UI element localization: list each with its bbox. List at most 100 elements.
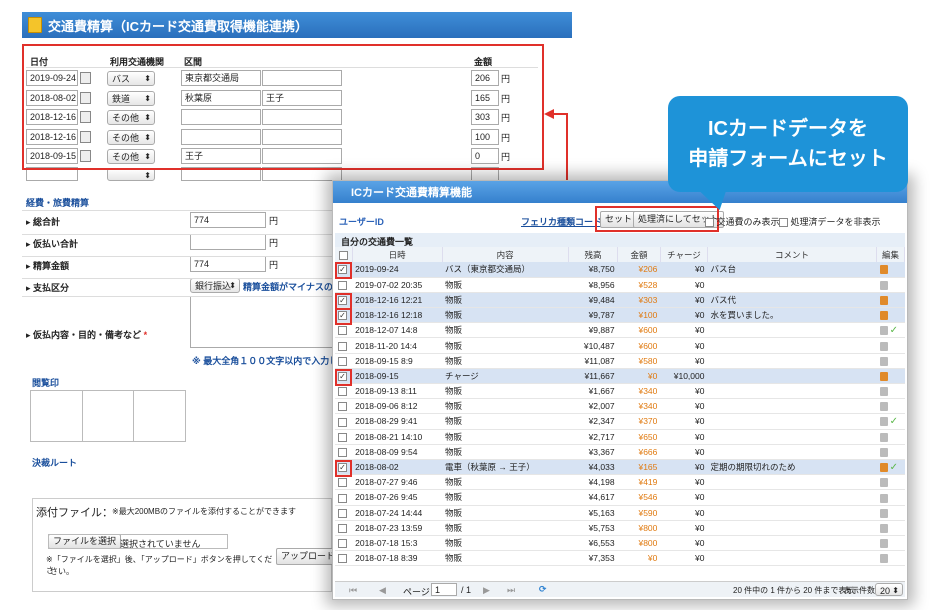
edit-icon[interactable] xyxy=(879,280,888,290)
edit-icon[interactable] xyxy=(879,326,888,336)
payment-select[interactable]: 銀行振込 xyxy=(190,278,240,293)
edit-icon[interactable] xyxy=(879,372,888,382)
edit-icon[interactable] xyxy=(879,493,888,503)
file-select-button[interactable]: ファイルを選択 xyxy=(48,534,122,549)
felica-link[interactable]: フェリカ種類コード xyxy=(521,215,602,228)
purpose-textarea[interactable] xyxy=(190,296,340,348)
section-title: 経費・旅費精算 xyxy=(26,198,90,208)
row-balance: ¥6,553 xyxy=(568,535,618,552)
edit-icon[interactable] xyxy=(879,447,888,457)
table-row[interactable]: 2018-09-06 8:12 物販 ¥2,007 ¥340 ¥0 xyxy=(335,398,905,415)
settle-input[interactable]: 774 xyxy=(190,256,266,272)
row-balance: ¥9,484 xyxy=(568,292,618,309)
table-row[interactable]: 2018-08-09 9:54 物販 ¥3,367 ¥666 ¥0 xyxy=(335,444,905,460)
table-row[interactable]: 2018-07-24 14:44 物販 ¥5,163 ¥590 ¥0 xyxy=(335,505,905,521)
table-row[interactable]: 2018-07-23 13:59 物販 ¥5,753 ¥800 ¥0 xyxy=(335,520,905,536)
table-row[interactable]: ✓ 2018-09-15 チャージ ¥11,667 ¥0 ¥10,000 xyxy=(335,368,905,385)
upload-button[interactable]: アップロード xyxy=(276,548,341,565)
row-content: 物販 xyxy=(442,398,569,415)
prev-page-icon[interactable]: ◀ xyxy=(379,585,386,596)
total-input[interactable]: 774 xyxy=(190,212,266,228)
row-checkbox[interactable] xyxy=(338,539,347,549)
edit-icon[interactable] xyxy=(879,356,888,366)
row-checkbox[interactable] xyxy=(338,387,347,397)
advance-input[interactable] xyxy=(190,234,266,250)
row-checkbox[interactable] xyxy=(338,417,347,427)
row-amount: ¥650 xyxy=(617,429,661,445)
edit-icon[interactable] xyxy=(879,508,888,518)
row-comment xyxy=(707,353,877,369)
next-page-icon[interactable]: ▶ xyxy=(483,585,490,596)
row-content: チャージ xyxy=(442,368,569,385)
row-checkbox[interactable] xyxy=(338,493,347,503)
checkbox-highlight-box xyxy=(335,369,352,387)
select-all-checkbox[interactable] xyxy=(338,250,348,260)
table-row[interactable]: ✓ 2018-12-16 12:21 物販 ¥9,484 ¥303 ¥0 バス代 xyxy=(335,292,905,309)
row-comment: バス代 xyxy=(707,292,877,309)
ic-card-panel: ICカード交通費精算機能 ユーザーID フェリカ種類コード セット 処理済にして… xyxy=(332,180,908,600)
table-row[interactable]: 2018-07-26 9:45 物販 ¥4,617 ¥546 ¥0 xyxy=(335,489,905,506)
table-row[interactable]: ✓ 2018-08-02 電車（秋葉原 → 王子） ¥4,033 ¥165 ¥0… xyxy=(335,459,905,476)
table-row[interactable]: 2018-09-15 8:9 物販 ¥11,087 ¥580 ¥0 xyxy=(335,353,905,369)
edit-icon[interactable] xyxy=(879,417,888,427)
edit-icon[interactable] xyxy=(879,341,888,351)
row-checkbox[interactable] xyxy=(338,280,347,290)
edit-icon[interactable] xyxy=(879,265,888,275)
row-checkbox[interactable] xyxy=(338,326,347,336)
edit-icon[interactable] xyxy=(879,432,888,442)
table-row[interactable]: 2018-07-27 9:46 物販 ¥4,198 ¥419 ¥0 xyxy=(335,474,905,491)
row-balance: ¥2,007 xyxy=(568,398,618,415)
table-row[interactable]: 2018-08-21 14:10 物販 ¥2,717 ¥650 ¥0 xyxy=(335,429,905,445)
hide-processed-option[interactable]: 処理済データを非表示 xyxy=(779,215,881,228)
table-row[interactable]: 2018-12-07 14:8 物販 ¥9,887 ¥600 ¥0 ✓ xyxy=(335,322,905,339)
per-page-select[interactable]: 20 xyxy=(875,583,903,597)
row-content: 物販 xyxy=(442,277,569,293)
row-checkbox[interactable] xyxy=(338,523,347,533)
table-row[interactable]: 2019-07-02 20:35 物販 ¥8,956 ¥528 ¥0 xyxy=(335,277,905,293)
panel-title: ICカード交通費精算機能 xyxy=(351,187,472,199)
row-checkbox[interactable] xyxy=(338,432,347,442)
row-checkbox[interactable] xyxy=(338,447,347,457)
user-id-label: ユーザーID xyxy=(339,217,384,227)
table-row[interactable]: ✓ 2019-09-24 バス（東京都交通局） ¥8,750 ¥206 ¥0 バ… xyxy=(335,262,905,278)
row-comment xyxy=(707,368,877,385)
row-comment xyxy=(707,535,877,552)
fare-only-option[interactable]: 交通費のみ表示 xyxy=(705,215,780,228)
row-charge: ¥10,000 xyxy=(660,368,708,385)
callout-bubble: ICカードデータを 申請フォームにセット xyxy=(668,96,908,192)
table-row[interactable]: 2018-08-29 9:41 物販 ¥2,347 ¥370 ¥0 ✓ xyxy=(335,413,905,430)
edit-icon[interactable] xyxy=(879,523,888,533)
row-charge: ¥0 xyxy=(660,520,708,536)
hide-processed-checkbox[interactable] xyxy=(779,218,788,228)
edit-icon[interactable] xyxy=(879,311,888,321)
col-edit: 編集 xyxy=(876,247,905,262)
edit-icon[interactable] xyxy=(879,462,888,472)
edit-icon[interactable] xyxy=(879,402,888,412)
last-page-icon[interactable]: ⏭ xyxy=(507,585,515,596)
row-checkbox[interactable] xyxy=(338,402,347,412)
row-checkbox[interactable] xyxy=(338,356,347,366)
edit-icon[interactable] xyxy=(879,539,888,549)
row-datetime: 2018-07-18 15:3 xyxy=(352,535,443,552)
row-balance: ¥11,667 xyxy=(568,368,618,385)
refresh-icon[interactable]: ⟳ xyxy=(539,584,547,595)
row-checkbox[interactable] xyxy=(338,554,347,564)
table-row[interactable]: 2018-07-18 8:39 物販 ¥7,353 ¥0 ¥0 xyxy=(335,550,905,567)
table-row[interactable]: ✓ 2018-12-16 12:18 物販 ¥9,787 ¥100 ¥0 水を買… xyxy=(335,307,905,324)
row-checkbox[interactable] xyxy=(338,478,347,488)
row-checkbox[interactable] xyxy=(338,508,347,518)
row-charge: ¥0 xyxy=(660,292,708,309)
edit-icon[interactable] xyxy=(879,296,888,306)
table-row[interactable]: 2018-07-18 15:3 物販 ¥6,553 ¥800 ¥0 xyxy=(335,535,905,552)
stamp-boxes xyxy=(30,390,186,442)
attach-label: 添付ファイル： xyxy=(36,507,113,519)
row-checkbox[interactable] xyxy=(338,341,347,351)
table-row[interactable]: 2018-11-20 14:4 物販 ¥10,487 ¥600 ¥0 xyxy=(335,337,905,354)
edit-icon[interactable] xyxy=(879,554,888,564)
first-page-icon[interactable]: ⏮ xyxy=(349,585,357,596)
page-input[interactable]: 1 xyxy=(431,583,457,596)
table-row[interactable]: 2018-09-13 8:11 物販 ¥1,667 ¥340 ¥0 xyxy=(335,383,905,400)
edit-icon[interactable] xyxy=(879,387,888,397)
edit-icon[interactable] xyxy=(879,478,888,488)
fare-only-checkbox[interactable] xyxy=(705,218,714,228)
